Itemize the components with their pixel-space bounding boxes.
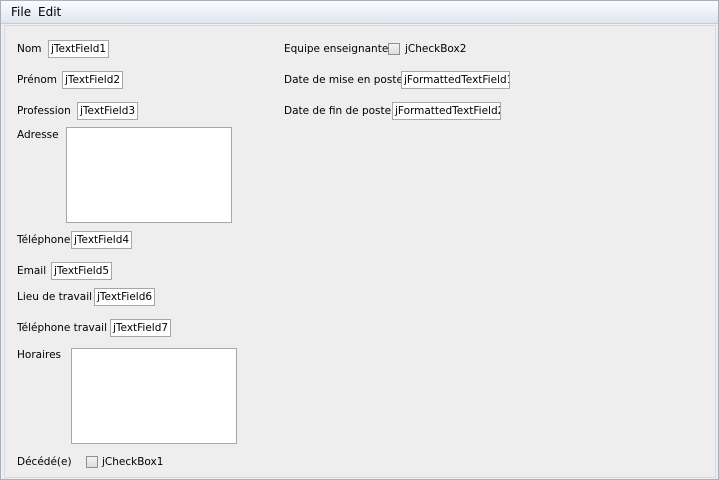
date-fin-poste-field[interactable]: jFormattedTextField2 (392, 102, 501, 120)
equipe-checkbox[interactable] (388, 43, 400, 55)
lieu-travail-label: Lieu de travail (17, 291, 93, 303)
prenom-label: Prénom (17, 74, 58, 86)
email-field[interactable]: jTextField5 (51, 262, 112, 280)
equipe-checkbox-label[interactable]: jCheckBox2 (405, 43, 466, 55)
profession-field[interactable]: jTextField3 (77, 102, 138, 120)
telephone-label: Téléphone (17, 234, 71, 246)
horaires-label: Horaires (17, 349, 62, 361)
adresse-textarea[interactable] (66, 127, 232, 223)
prenom-field[interactable]: jTextField2 (62, 71, 123, 89)
email-label: Email (17, 265, 47, 277)
menu-file[interactable]: File (11, 5, 31, 19)
adresse-label: Adresse (17, 129, 59, 141)
horaires-textarea[interactable] (71, 348, 237, 444)
telephone-travail-label: Téléphone travail (17, 322, 108, 334)
equipe-label: Equipe enseignante (284, 43, 389, 55)
date-fin-poste-label: Date de fin de poste (284, 105, 392, 117)
form-panel: Nom jTextField1 Prénom jTextField2 Profe… (4, 25, 716, 478)
lieu-travail-field[interactable]: jTextField6 (94, 288, 155, 306)
application-window: File Edit Nom jTextField1 Prénom jTextFi… (0, 0, 719, 480)
profession-label: Profession (17, 105, 71, 117)
date-mise-en-poste-field[interactable]: jFormattedTextField1 (401, 71, 510, 89)
decede-label: Décédé(e) (17, 456, 72, 468)
date-mise-en-poste-label: Date de mise en poste (284, 74, 403, 86)
decede-checkbox-label[interactable]: jCheckBox1 (102, 456, 163, 468)
menu-edit[interactable]: Edit (38, 5, 61, 19)
nom-label: Nom (17, 43, 42, 55)
decede-checkbox[interactable] (86, 456, 98, 468)
menu-bar: File Edit (1, 1, 718, 24)
telephone-travail-field[interactable]: jTextField7 (110, 319, 171, 337)
nom-field[interactable]: jTextField1 (48, 40, 109, 58)
telephone-field[interactable]: jTextField4 (71, 231, 132, 249)
